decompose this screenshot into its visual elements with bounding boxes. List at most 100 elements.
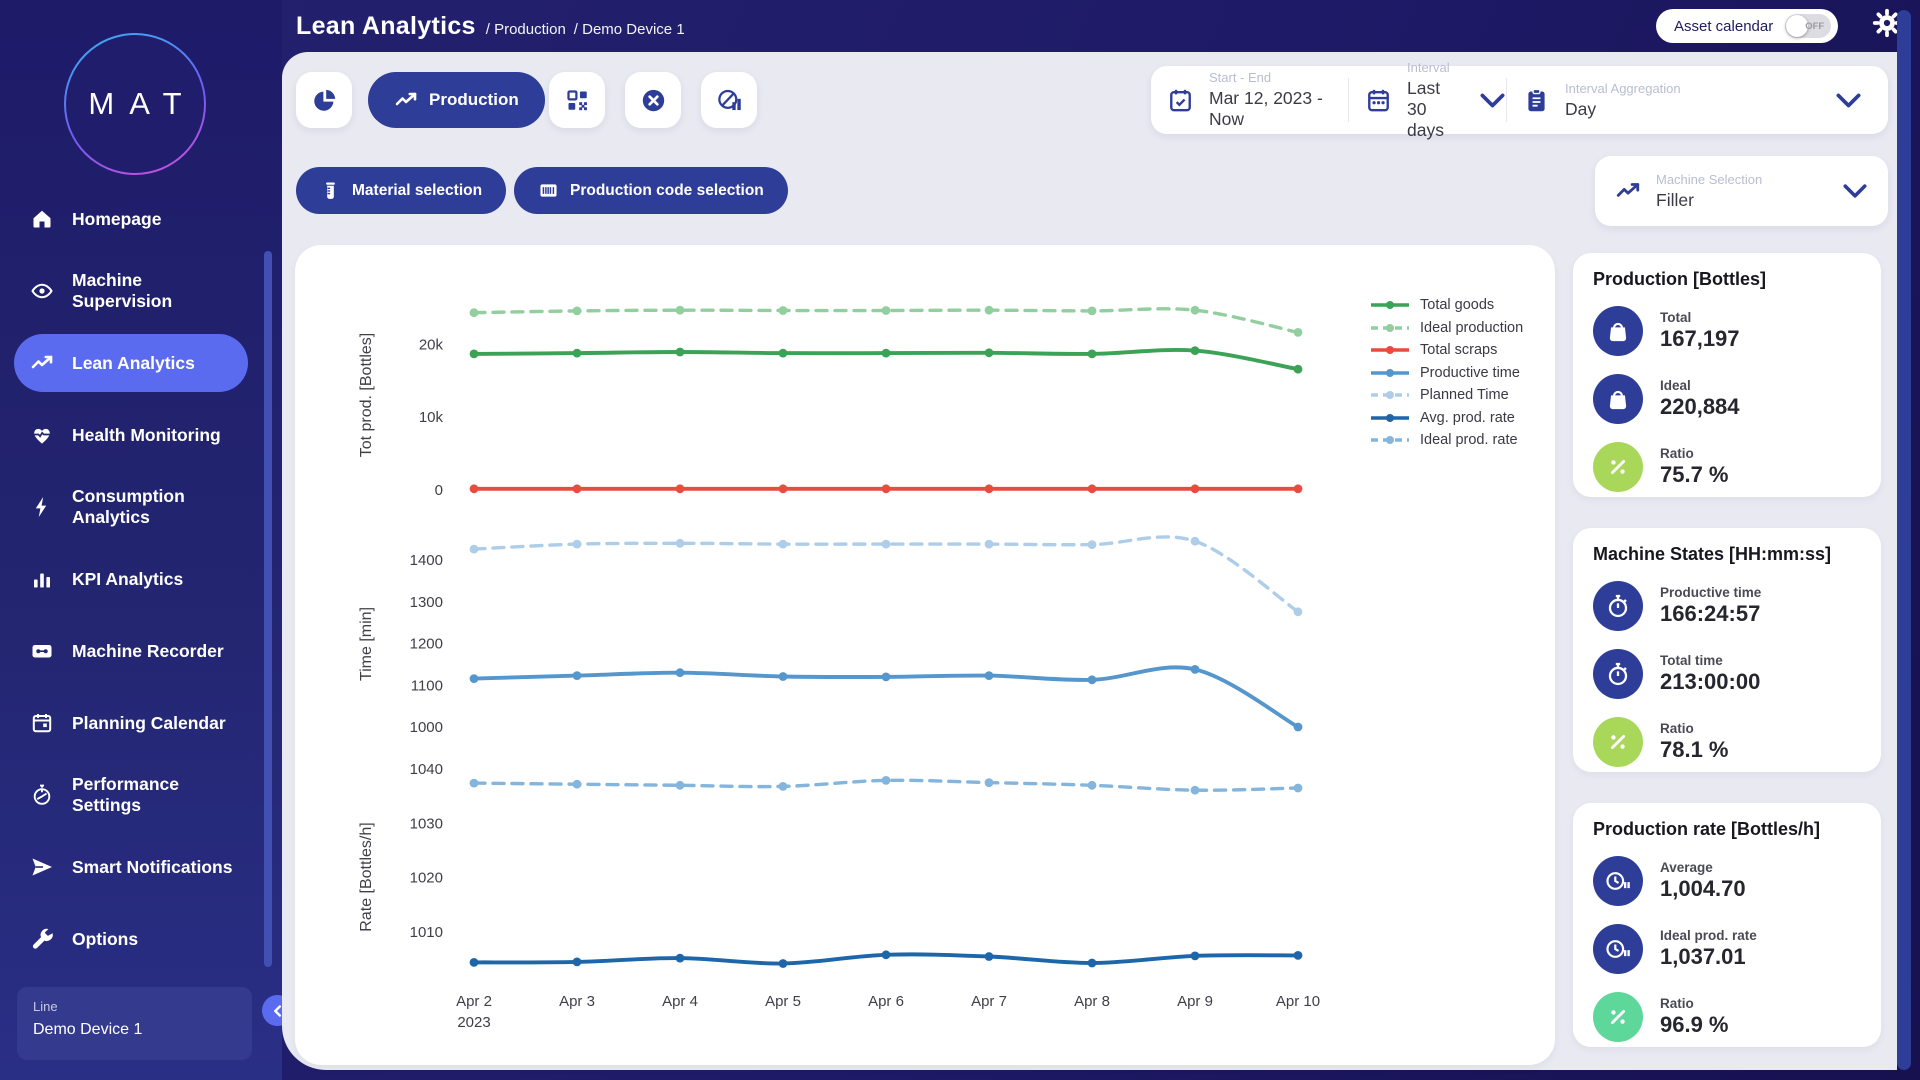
sidebar-item-health-monitoring[interactable]: Health Monitoring: [0, 399, 282, 471]
legend-label: Planned Time: [1420, 387, 1509, 403]
line-selector[interactable]: Line Demo Device 1: [17, 987, 252, 1060]
svg-text:1100: 1100: [411, 677, 443, 694]
sidebar-scrollbar[interactable]: [264, 251, 272, 967]
brand-logo-ring: MAT: [66, 35, 204, 173]
trend-icon: [1615, 178, 1641, 204]
legend-item-total-goods[interactable]: Total goods: [1370, 297, 1523, 313]
stat-row-productive-time: Productive time 166:24:57: [1593, 575, 1861, 637]
material-selection-label: Material selection: [352, 182, 482, 200]
production-code-selection-label: Production code selection: [570, 182, 764, 200]
legend-item-avg-prod-rate[interactable]: Avg. prod. rate: [1370, 410, 1523, 426]
tab-overview-button[interactable]: [296, 72, 352, 128]
sidebar-item-homepage[interactable]: Homepage: [0, 183, 282, 255]
svg-text:1010: 1010: [410, 924, 443, 941]
sidebar-menu: Homepage Machine Supervision Lean Analytic…: [0, 183, 282, 975]
legend-item-ideal-production[interactable]: Ideal production: [1370, 320, 1523, 336]
page-title: Lean Analytics: [296, 12, 476, 41]
chevron-down-icon: [1835, 87, 1862, 114]
sidebar-item-machine-recorder[interactable]: Machine Recorder: [0, 615, 282, 687]
stat-value: 78.1 %: [1660, 737, 1729, 763]
calendar-dots-icon: [1365, 87, 1392, 114]
legend-label: Total scraps: [1420, 342, 1497, 358]
percent-icon: [1605, 454, 1631, 480]
chevron-down-icon: [1842, 178, 1868, 204]
svg-text:Apr 6: Apr 6: [868, 993, 904, 1010]
interval-label: Interval: [1407, 60, 1459, 75]
aggregation-select[interactable]: Interval Aggregation Day: [1507, 66, 1888, 134]
legend-item-planned-time[interactable]: Planned Time: [1370, 387, 1523, 403]
stat-label: Ratio: [1660, 721, 1729, 736]
tab-speed-losses-button[interactable]: [701, 72, 757, 128]
svg-text:1200: 1200: [410, 636, 443, 653]
stat-card-machine-states-hh-mm-ss: Machine States [HH:mm:ss] Productive tim…: [1573, 528, 1881, 772]
stat-row-ideal-prod-rate: Ideal prod. rate 1,037.01: [1593, 918, 1861, 980]
stat-card-title: Production rate [Bottles/h]: [1593, 819, 1861, 840]
time-filter-card: Start - End Mar 12, 2023 - Now Interval …: [1151, 66, 1888, 134]
svg-text:Apr 8: Apr 8: [1074, 993, 1110, 1010]
stat-row-total: Total 167,197: [1593, 300, 1861, 362]
svg-text:1000: 1000: [410, 719, 443, 736]
legend-item-productive-time[interactable]: Productive time: [1370, 365, 1523, 381]
asset-calendar-toggle[interactable]: Asset calendar OFF: [1656, 9, 1838, 43]
breadcrumb-item[interactable]: / Production: [486, 21, 566, 38]
sidebar-item-label: Machine Supervision: [72, 270, 244, 311]
legend-swatch: [1370, 390, 1410, 400]
bar-chart-icon: [30, 567, 54, 591]
sidebar-item-smart-notifications[interactable]: Smart Notifications: [0, 831, 282, 903]
production-code-selection-button[interactable]: Production code selection: [514, 167, 788, 214]
stat-card-title: Machine States [HH:mm:ss]: [1593, 544, 1861, 565]
legend-label: Avg. prod. rate: [1420, 410, 1515, 426]
legend-swatch: [1370, 345, 1410, 355]
material-selection-button[interactable]: Material selection: [296, 167, 506, 214]
line-selector-value: Demo Device 1: [33, 1021, 236, 1039]
aggregation-label: Interval Aggregation: [1565, 81, 1681, 96]
page-scrollbar[interactable]: [1897, 10, 1911, 1070]
legend-item-ideal-prod-rate[interactable]: Ideal prod. rate: [1370, 432, 1523, 448]
line-selector-label: Line: [33, 999, 236, 1014]
sidebar-item-machine-supervision[interactable]: Machine Supervision: [0, 255, 282, 327]
sidebar-item-label: KPI Analytics: [72, 569, 183, 590]
svg-text:Apr 2: Apr 2: [456, 993, 492, 1010]
tab-downtimes-button[interactable]: [625, 72, 681, 128]
legend-swatch: [1370, 368, 1410, 378]
wrench-icon: [30, 927, 54, 951]
clipboard-icon: [1523, 87, 1550, 114]
sidebar-item-lean-analytics[interactable]: Lean Analytics: [14, 334, 248, 392]
brand-logo: MAT: [64, 33, 206, 175]
sidebar-item-consumption-analytics[interactable]: Consumption Analytics: [0, 471, 282, 543]
tab-production[interactable]: Production: [368, 72, 545, 128]
stat-label: Ideal: [1660, 378, 1740, 393]
sidebar-item-options[interactable]: Options: [0, 903, 282, 975]
svg-text:1040: 1040: [410, 761, 443, 778]
sidebar-item-label: Performance Settings: [72, 774, 244, 815]
machine-selection-label: Machine Selection: [1656, 172, 1762, 187]
clock-pause-icon: [1605, 868, 1631, 894]
toggle-switch[interactable]: OFF: [1785, 14, 1831, 38]
chevron-down-icon: [1479, 87, 1506, 114]
legend-swatch: [1370, 323, 1410, 333]
stat-value: 166:24:57: [1660, 601, 1761, 627]
breadcrumb-item[interactable]: / Demo Device 1: [574, 21, 685, 38]
tab-production-codes-button[interactable]: [549, 72, 605, 128]
stat-label: Total time: [1660, 653, 1760, 668]
stat-value: 220,884: [1660, 394, 1740, 420]
legend-swatch: [1370, 435, 1410, 445]
sidebar-item-performance-settings[interactable]: Performance Settings: [0, 759, 282, 831]
percent-icon: [1605, 1004, 1631, 1030]
legend-label: Ideal production: [1420, 320, 1523, 336]
sidebar-item-label: Homepage: [72, 209, 161, 230]
calendar-icon: [30, 711, 54, 735]
svg-text:20k: 20k: [419, 336, 444, 353]
sidebar-item-planning-calendar[interactable]: Planning Calendar: [0, 687, 282, 759]
sidebar: MAT Homepage Machine Supervision Lean Anal…: [0, 0, 282, 1080]
legend-item-total-scraps[interactable]: Total scraps: [1370, 342, 1523, 358]
svg-text:Apr 4: Apr 4: [662, 993, 698, 1010]
interval-select[interactable]: Interval Last 30 days: [1349, 66, 1506, 134]
percent-icon: [1605, 729, 1631, 755]
start-end-picker[interactable]: Start - End Mar 12, 2023 - Now: [1151, 66, 1348, 134]
svg-text:Apr 10: Apr 10: [1276, 993, 1320, 1010]
tab-production-label: Production: [429, 90, 519, 110]
machine-selection-dropdown[interactable]: Machine Selection Filler: [1595, 156, 1888, 226]
send-icon: [30, 855, 54, 879]
sidebar-item-kpi-analytics[interactable]: KPI Analytics: [0, 543, 282, 615]
